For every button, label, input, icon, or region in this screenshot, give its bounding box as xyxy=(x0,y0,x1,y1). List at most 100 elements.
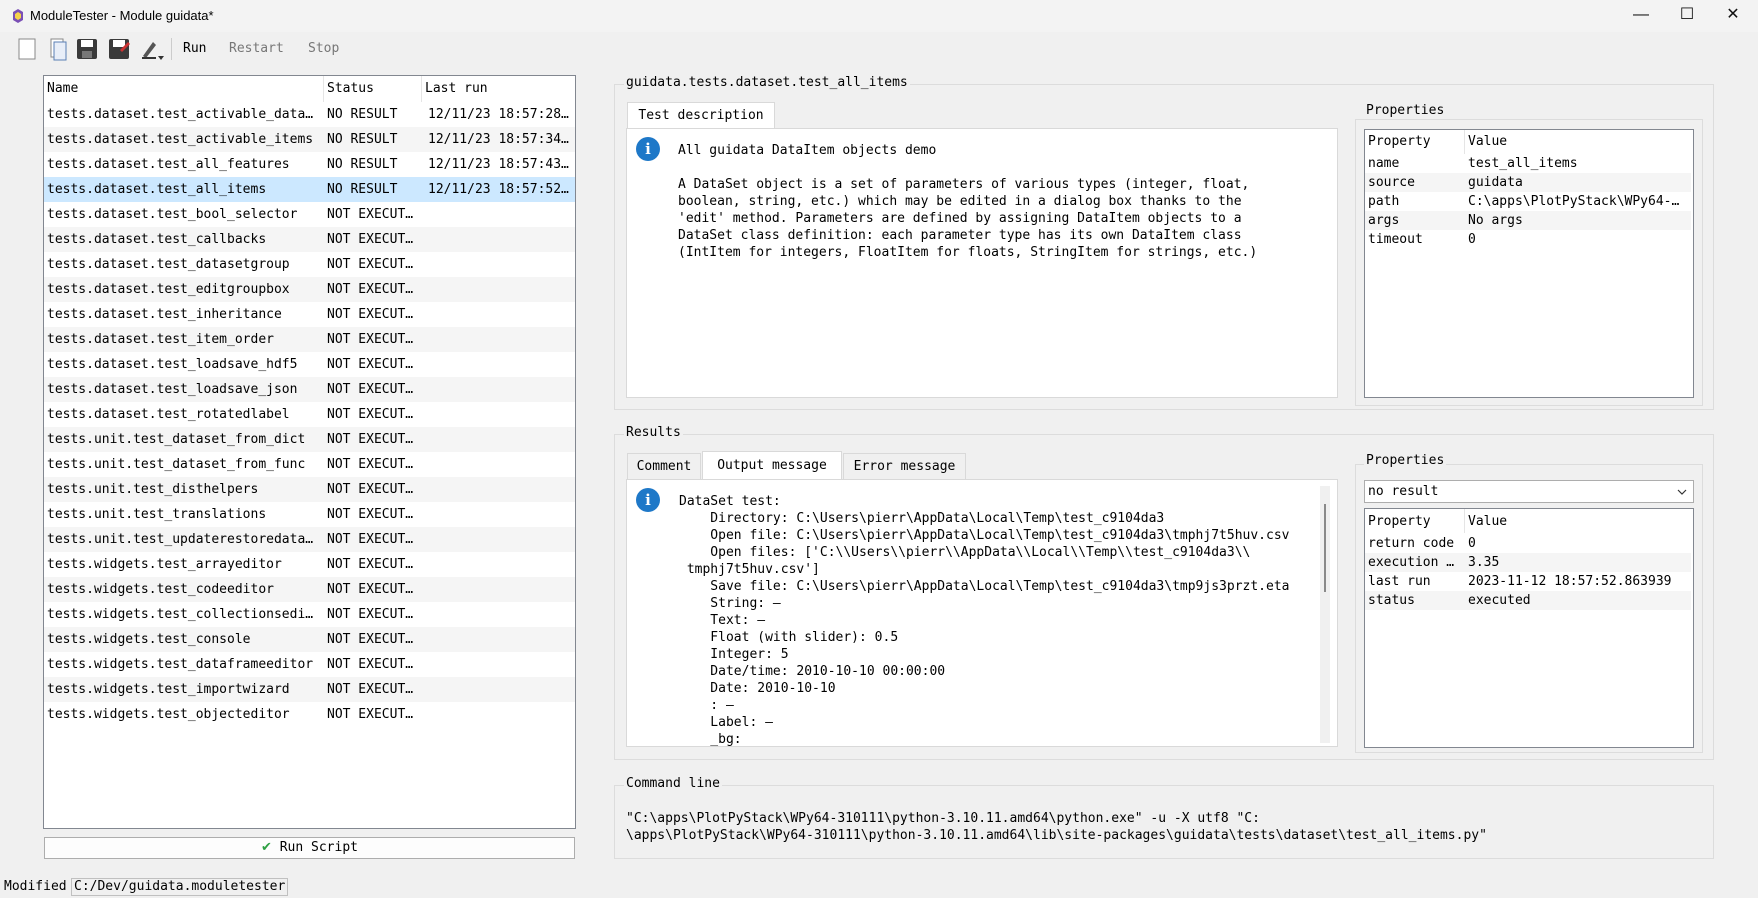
tab-error-message[interactable]: Error message xyxy=(843,453,966,479)
column-header-name[interactable]: Name xyxy=(44,76,324,102)
property-row[interactable]: execution … 3.35 xyxy=(1365,553,1691,572)
test-row[interactable]: tests.widgets.test_codeeditor NOT EXECUT… xyxy=(44,577,575,602)
open-file-icon[interactable] xyxy=(45,36,71,62)
restart-button[interactable]: Restart xyxy=(229,41,284,56)
output-scrollbar[interactable] xyxy=(1320,486,1330,743)
result-filter-select[interactable]: no result xyxy=(1364,480,1694,503)
property-value: C:\apps\PlotPyStack\WPy64-… xyxy=(1468,194,1680,209)
run-script-button[interactable]: ✔ Run Script xyxy=(44,837,575,859)
properties-title: Properties xyxy=(1364,103,1447,118)
property-row[interactable]: name test_all_items xyxy=(1365,154,1691,173)
property-value: 2023-11-12 18:57:52.863939 xyxy=(1468,574,1672,589)
property-row[interactable]: timeout 0 xyxy=(1365,230,1691,249)
test-row-status: NOT EXECUT… xyxy=(327,257,414,272)
test-row[interactable]: tests.dataset.test_editgroupbox NOT EXECU… xyxy=(44,277,575,302)
maximize-button[interactable]: ☐ xyxy=(1664,0,1710,32)
value-column-header: Value xyxy=(1468,134,1508,149)
test-row[interactable]: tests.widgets.test_dataframeeditor NOT EX… xyxy=(44,652,575,677)
test-row-name: tests.widgets.test_collectionsedi… xyxy=(47,607,314,622)
test-row[interactable]: tests.dataset.test_loadsave_json NOT EXEC… xyxy=(44,377,575,402)
test-row-name: tests.dataset.test_activable_items xyxy=(47,132,314,147)
test-row-status: NO RESULT xyxy=(327,182,398,197)
property-key: return code xyxy=(1368,536,1455,551)
test-row[interactable]: tests.unit.test_dataset_from_func NOT EXE… xyxy=(44,452,575,477)
test-row[interactable]: tests.dataset.test_all_items NO RESULT 12/… xyxy=(44,177,575,202)
test-row[interactable]: tests.dataset.test_rotatedlabel NOT EXECU… xyxy=(44,402,575,427)
test-row[interactable]: tests.dataset.test_bool_selector NOT EXEC… xyxy=(44,202,575,227)
test-row[interactable]: tests.unit.test_updaterestoredata… NOT EX… xyxy=(44,527,575,552)
modified-label: Modified xyxy=(4,879,67,894)
test-row[interactable]: tests.dataset.test_item_order NOT EXECUT… xyxy=(44,327,575,352)
test-row[interactable]: tests.dataset.test_activable_data… NO RES… xyxy=(44,102,575,127)
test-row-status: NOT EXECUT… xyxy=(327,657,414,672)
test-row-status: NOT EXECUT… xyxy=(327,632,414,647)
minimize-button[interactable]: — xyxy=(1618,0,1664,32)
test-row[interactable]: tests.unit.test_dataset_from_dict NOT EXE… xyxy=(44,427,575,452)
property-row[interactable]: return code 0 xyxy=(1365,534,1691,553)
run-button[interactable]: Run xyxy=(183,41,206,56)
test-row[interactable]: tests.dataset.test_callbacks NOT EXECUT… xyxy=(44,227,575,252)
window-title: ModuleTester - Module guidata* xyxy=(30,8,214,23)
property-row[interactable]: status executed xyxy=(1365,591,1691,610)
property-value: test_all_items xyxy=(1468,156,1578,171)
properties-table[interactable]: Property Value name test_all_itemssource g… xyxy=(1364,129,1694,398)
test-row[interactable]: tests.widgets.test_collectionsedi… NOT EX… xyxy=(44,602,575,627)
test-row[interactable]: tests.widgets.test_importwizard NOT EXECU… xyxy=(44,677,575,702)
test-row-name: tests.dataset.test_all_features xyxy=(47,157,290,172)
property-row[interactable]: last run 2023-11-12 18:57:52.863939 xyxy=(1365,572,1691,591)
test-row-name: tests.widgets.test_codeeditor xyxy=(47,582,274,597)
property-value: 0 xyxy=(1468,536,1476,551)
test-row-name: tests.dataset.test_item_order xyxy=(47,332,274,347)
test-row-status: NOT EXECUT… xyxy=(327,207,414,222)
test-row-name: tests.widgets.test_arrayeditor xyxy=(47,557,282,572)
test-row-name: tests.dataset.test_rotatedlabel xyxy=(47,407,290,422)
test-row-name: tests.dataset.test_all_items xyxy=(47,182,267,197)
property-key: path xyxy=(1368,194,1400,209)
test-row-name: tests.unit.test_disthelpers xyxy=(47,482,259,497)
module-title: guidata.tests.dataset.test_all_items xyxy=(624,75,910,90)
property-value: executed xyxy=(1468,593,1531,608)
test-row[interactable]: tests.dataset.test_loadsave_hdf5 NOT EXEC… xyxy=(44,352,575,377)
info-icon: i xyxy=(636,137,660,161)
test-row[interactable]: tests.widgets.test_arrayeditor NOT EXECUT… xyxy=(44,552,575,577)
save-icon[interactable] xyxy=(74,36,100,62)
test-row-status: NO RESULT xyxy=(327,132,398,147)
test-row-status: NOT EXECUT… xyxy=(327,307,414,322)
tab-comment[interactable]: Comment xyxy=(627,453,701,479)
property-row[interactable]: args No args xyxy=(1365,211,1691,230)
test-row[interactable]: tests.dataset.test_activable_items NO RES… xyxy=(44,127,575,152)
property-column-header: Property xyxy=(1368,514,1431,529)
new-file-icon[interactable] xyxy=(14,36,40,62)
stop-button[interactable]: Stop xyxy=(308,41,339,56)
property-key: last run xyxy=(1368,574,1431,589)
test-row[interactable]: tests.unit.test_disthelpers NOT EXECUT… xyxy=(44,477,575,502)
property-key: status xyxy=(1368,593,1415,608)
property-column-header: Property xyxy=(1368,134,1431,149)
column-header-status[interactable]: Status xyxy=(324,76,422,102)
test-row-name: tests.unit.test_dataset_from_func xyxy=(47,457,306,472)
test-row[interactable]: tests.widgets.test_objecteditor NOT EXECU… xyxy=(44,702,575,727)
description-text: All guidata DataItem objects demo A Data… xyxy=(678,143,1258,260)
tab-output-message[interactable]: Output message xyxy=(702,451,842,479)
test-row-status: NOT EXECUT… xyxy=(327,532,414,547)
test-row[interactable]: tests.dataset.test_datasetgroup NOT EXECU… xyxy=(44,252,575,277)
command-line-title: Command line xyxy=(624,776,722,791)
test-row-status: NOT EXECUT… xyxy=(327,682,414,697)
test-row[interactable]: tests.dataset.test_all_features NO RESULT… xyxy=(44,152,575,177)
property-key: name xyxy=(1368,156,1400,171)
tab-test-description[interactable]: Test description xyxy=(627,102,775,128)
results-properties-table[interactable]: Property Value return code 0 execution … 3.… xyxy=(1364,508,1694,748)
test-row[interactable]: tests.widgets.test_console NOT EXECUT… xyxy=(44,627,575,652)
test-row[interactable]: tests.dataset.test_inheritance NOT EXECUT… xyxy=(44,302,575,327)
test-row[interactable]: tests.unit.test_translations NOT EXECUT… xyxy=(44,502,575,527)
property-row[interactable]: path C:\apps\PlotPyStack\WPy64-… xyxy=(1365,192,1691,211)
property-row[interactable]: source guidata xyxy=(1365,173,1691,192)
close-button[interactable]: ✕ xyxy=(1710,0,1756,32)
output-text: DataSet test: Directory: C:\Users\pierr\… xyxy=(679,494,1290,747)
test-row-status: NOT EXECUT… xyxy=(327,707,414,722)
settings-dropdown-icon[interactable] xyxy=(139,36,165,62)
column-header-last-run[interactable]: Last run xyxy=(422,76,575,102)
save-as-icon[interactable] xyxy=(106,36,132,62)
scrollbar-thumb[interactable] xyxy=(1324,504,1326,592)
test-tree[interactable]: Name Status Last run tests.dataset.test_… xyxy=(43,75,576,829)
